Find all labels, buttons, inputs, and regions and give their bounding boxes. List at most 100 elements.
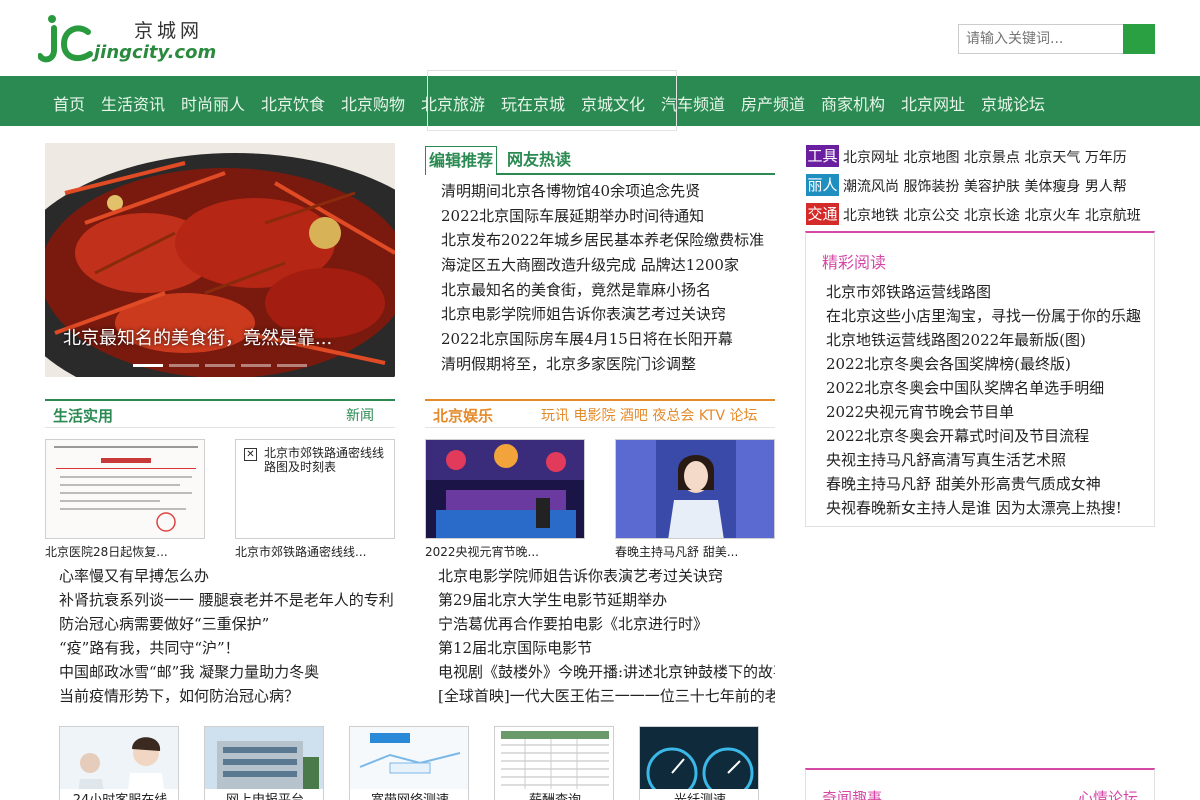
reading-link[interactable]: 2022北京冬奥会中国队奖牌名单选手明细	[826, 377, 1151, 398]
ent-list-item[interactable]: 宁浩葛优再合作要拍电影《北京进行时》	[438, 613, 775, 634]
headline-link[interactable]: 2022北京国际车展延期举办时间待通知	[441, 205, 776, 226]
reading-title: 精彩阅读	[822, 253, 887, 272]
tag-tools: 工具	[806, 145, 839, 167]
service-customer-support[interactable]: 24小时客服在线	[59, 726, 179, 800]
traffic-link[interactable]: 北京长途	[964, 208, 1020, 224]
headline-link[interactable]: 北京最知名的美食街，竟然是靠麻小扬名	[441, 279, 776, 300]
ent-link-club[interactable]: 夜总会	[652, 408, 694, 424]
service-fiber-test[interactable]: 光纤测速	[639, 726, 759, 800]
service-label: 24小时客服在线	[60, 789, 178, 800]
beauty-link[interactable]: 潮流风尚	[843, 179, 899, 195]
life-thumb-1[interactable]	[45, 439, 205, 539]
reading-link[interactable]: 央视主持马凡舒高清写真生活艺术照	[826, 449, 1151, 470]
life-more-link[interactable]: 新闻	[346, 405, 374, 425]
nav-house[interactable]: 房产频道	[741, 91, 805, 115]
reading-link[interactable]: 春晚主持马凡舒 甜美外形高贵气质成女神	[826, 473, 1151, 494]
search-button[interactable]	[1123, 24, 1155, 54]
life-thumb-2[interactable]: ✕ 北京市郊铁路通密线线路图及时刻表	[235, 439, 395, 539]
logo-cn-text: 京城网	[134, 20, 204, 42]
slide-pager	[133, 364, 323, 367]
beauty-link[interactable]: 服饰装扮	[903, 179, 959, 195]
service-label: 网上申报平台	[205, 789, 323, 800]
life-list-item[interactable]: 当前疫情形势下，如何防治冠心病？	[59, 685, 394, 706]
reading-link[interactable]: 北京市郊铁路运营线路图	[826, 281, 1151, 302]
site-logo[interactable]: 京城网 jingcity.com	[38, 12, 228, 68]
reading-link[interactable]: 2022北京冬奥会开幕式时间及节目流程	[826, 425, 1151, 446]
tools-link[interactable]: 万年历	[1085, 150, 1127, 166]
ent-thumb-1[interactable]	[425, 439, 585, 539]
reading-link[interactable]: 2022北京冬奥会各国奖牌榜(最终版)	[826, 353, 1151, 374]
reading-link[interactable]: 在北京这些小店里淘宝，寻找一份属于你的乐趣	[826, 305, 1151, 326]
slide-dot-4[interactable]	[241, 364, 271, 367]
search-box	[958, 24, 1155, 54]
traffic-link[interactable]: 北京地铁	[843, 208, 899, 224]
reading-link[interactable]: 北京地铁运营线路图2022年最新版(图)	[826, 329, 1151, 350]
ent-list-item[interactable]: 第29届北京大学生电影节延期举办	[438, 589, 775, 610]
service-salary-query[interactable]: 薪酬查询	[494, 726, 614, 800]
tab-editor-picks[interactable]: 编辑推荐	[425, 146, 498, 175]
life-thumb-2-caption[interactable]: 北京市郊铁路通密线线...	[235, 543, 395, 560]
gala-stage-image	[426, 440, 584, 538]
slide-dot-2[interactable]	[169, 364, 199, 367]
ent-thumb-1-caption[interactable]: 2022央视元宵节晚...	[425, 543, 585, 560]
nav-life[interactable]: 生活资讯	[101, 91, 165, 115]
life-list-item[interactable]: 心率慢又有早搏怎么办	[59, 565, 394, 586]
nav-home[interactable]: 首页	[53, 91, 85, 115]
life-list-item[interactable]: 补肾抗衰系列谈一一 腰腿衰老并不是老年人的专利	[59, 589, 394, 610]
ent-list-item[interactable]: [全球首映]一代大医王佑三一一一位三十七年前的老人	[438, 685, 775, 706]
tools-link[interactable]: 北京地图	[903, 150, 959, 166]
tools-link[interactable]: 北京天气	[1024, 150, 1080, 166]
headline-link[interactable]: 清明期间北京各博物馆40余项追念先贤	[441, 180, 776, 201]
beauty-link[interactable]: 美体瘦身	[1024, 179, 1080, 195]
broken-image-alt: 北京市郊铁路通密线线路图及时刻表	[264, 446, 385, 474]
nav-sites[interactable]: 北京网址	[901, 91, 965, 115]
slide-dot-3[interactable]	[205, 364, 235, 367]
ent-section-title: 北京娱乐	[433, 407, 494, 425]
service-broadband-test[interactable]: 宽带网络测速	[349, 726, 469, 800]
nav-business[interactable]: 商家机构	[821, 91, 885, 115]
featured-slideshow[interactable]: 北京最知名的美食街，竟然是靠...	[45, 143, 395, 377]
ent-list-item[interactable]: 第12届北京国际电影节	[438, 637, 775, 658]
ent-list-item[interactable]: 电视剧《鼓楼外》今晚开播:讲述北京钟鼓楼下的故事	[438, 661, 775, 682]
life-list-item[interactable]: 中国邮政冰雪“邮”我 凝聚力量助力冬奥	[59, 661, 394, 682]
search-input[interactable]	[958, 24, 1124, 54]
beauty-link[interactable]: 美容护肤	[964, 179, 1020, 195]
headline-link[interactable]: 海淀区五大商圈改造升级完成 品牌达1200家	[441, 254, 776, 275]
host-portrait-image	[616, 440, 774, 538]
headline-link[interactable]: 北京发布2022年城乡居民基本养老保险缴费标准	[441, 229, 776, 250]
nav-forum[interactable]: 京城论坛	[981, 91, 1045, 115]
ent-link-forum[interactable]: 论坛	[730, 408, 758, 424]
oddities-title[interactable]: 奇闻趣事	[822, 787, 882, 800]
traffic-link[interactable]: 北京公交	[903, 208, 959, 224]
ent-link-ktv[interactable]: KTV	[699, 408, 725, 424]
beauty-link[interactable]: 男人帮	[1085, 179, 1127, 195]
tools-link[interactable]: 北京网址	[843, 150, 899, 166]
ent-list-item[interactable]: 北京电影学院师姐告诉你表演艺考过关诀窍	[438, 565, 775, 586]
ent-link-news[interactable]: 玩讯	[541, 408, 569, 424]
nav-shopping[interactable]: 北京购物	[341, 91, 405, 115]
ent-thumb-2-caption[interactable]: 春晚主持马凡舒 甜美...	[615, 543, 775, 560]
headline-link[interactable]: 清明假期将至，北京多家医院门诊调整	[441, 353, 776, 374]
reading-link[interactable]: 2022央视元宵节晚会节目单	[826, 401, 1151, 422]
life-list-item[interactable]: “疫”路有我，共同守“沪”！	[59, 637, 394, 658]
slide-dot-1[interactable]	[133, 364, 163, 367]
nav-food[interactable]: 北京饮食	[261, 91, 325, 115]
ent-thumb-2[interactable]	[615, 439, 775, 539]
service-online-filing[interactable]: 网上申报平台	[204, 726, 324, 800]
reading-link[interactable]: 央视春晚新女主持人是谁 因为太漂亮上热搜!	[826, 497, 1151, 518]
ent-link-cinema[interactable]: 电影院	[573, 408, 615, 424]
headline-link[interactable]: 北京电影学院师姐告诉你表演艺考过关诀窍	[441, 303, 776, 324]
mood-forum-title[interactable]: 心情论坛	[1078, 787, 1138, 800]
ent-link-bar[interactable]: 酒吧	[620, 408, 648, 424]
headline-link[interactable]: 2022北京国际房车展4月15日将在长阳开幕	[441, 328, 776, 349]
tools-link[interactable]: 北京景点	[964, 150, 1020, 166]
traffic-link[interactable]: 北京火车	[1024, 208, 1080, 224]
slide-caption[interactable]: 北京最知名的美食街，竟然是靠...	[63, 324, 332, 350]
life-thumb-1-caption[interactable]: 北京医院28日起恢复...	[45, 543, 205, 560]
life-list-item[interactable]: 防治冠心病需要做好“三重保护”	[59, 613, 394, 634]
tools-links: 北京网址 北京地图 北京景点 北京天气 万年历	[843, 147, 1127, 167]
slide-dot-5[interactable]	[277, 364, 307, 367]
traffic-link[interactable]: 北京航班	[1085, 208, 1141, 224]
nav-fashion[interactable]: 时尚丽人	[181, 91, 245, 115]
tab-hot-reads[interactable]: 网友热读	[504, 146, 574, 175]
